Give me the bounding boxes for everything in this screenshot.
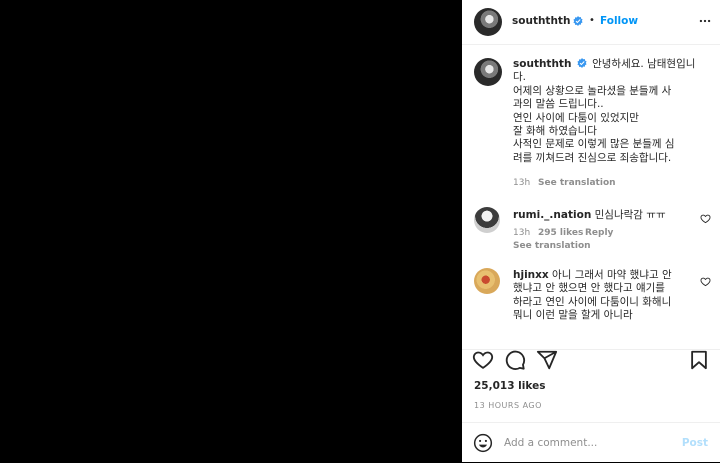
likes-count[interactable]: 25,013 likes [474,380,545,392]
follow-button[interactable]: Follow [600,15,638,27]
comment-line: 했냐고 안 했으면 안 했다고 얘기를 [513,282,665,295]
comment-time: 13h [513,228,531,238]
caption-see-translation[interactable]: See translation [538,178,616,188]
comment-username[interactable]: rumi._.nation [513,209,591,221]
comment-like-heart-icon[interactable] [700,213,711,224]
caption-avatar[interactable] [474,58,502,86]
comment-likes[interactable]: 295 likes [538,228,583,238]
post-media[interactable] [0,0,462,462]
comment-see-translation[interactable]: See translation [513,241,591,251]
comment-line: 하라고 연인 사이에 다툼이니 화해니 [513,295,672,308]
comment-like-heart-icon[interactable] [700,276,711,287]
header-username[interactable]: souththth [512,15,570,27]
post-comment-button[interactable]: Post [682,437,708,449]
share-icon[interactable] [536,349,558,371]
comment-line: 민심나락감 ㅠㅠ [594,209,666,221]
emoji-icon[interactable] [473,433,493,453]
more-options-icon[interactable] [698,14,712,28]
avatar[interactable] [474,8,502,36]
caption-line: 안녕하세요. 남태현입니 [592,58,696,70]
caption-line: 연인 사이에 다툼이 있었지만 [513,111,639,124]
post-side-panel: souththth • Follow souththth 안녕하세요. 남태현입… [462,0,720,462]
header-separator: • [589,15,595,26]
comment-icon[interactable] [504,349,526,371]
caption-line: 잘 화해 하였습니다 [513,125,597,138]
caption-line: 려를 끼쳐드려 진심으로 죄송합니다. [513,151,672,164]
add-comment-row: Post [462,422,720,463]
post-time-ago[interactable]: 13 HOURS AGO [474,401,542,410]
comment-text: rumi._.nation 민심나락감 ㅠㅠ [513,209,698,222]
verified-badge-icon [573,16,583,26]
caption-line: 어제의 상황으로 놀라셨을 분들께 사 [513,84,672,97]
caption-time: 13h [513,178,531,188]
caption-text: souththth 안녕하세요. 남태현입니 다. 어제의 상황으로 놀라셨을 … [513,58,713,165]
heart-icon[interactable] [472,349,494,371]
comment-text: hjinxx 아니 그래서 마약 했냐고 안 했냐고 안 했으면 안 했다고 얘… [513,269,698,323]
comment-input[interactable] [504,433,674,453]
verified-badge-icon [577,58,587,68]
comment-line: 아니 그래서 마약 했냐고 안 [552,269,672,281]
comment-line: 뭐니 이런 말을 할게 아니라 [513,309,633,322]
caption-line: 사적인 문제로 이렇게 많은 분들께 심 [513,138,675,151]
post-header: souththth • Follow [462,0,720,45]
comments-section[interactable]: souththth 안녕하세요. 남태현입니 다. 어제의 상황으로 놀라셨을 … [462,44,720,349]
caption-line: 다. [513,71,526,84]
comment-avatar[interactable] [474,207,500,233]
caption-line: 과의 말씀 드립니다.. [513,98,604,111]
caption-username[interactable]: souththth [513,58,571,70]
post-actions [462,349,720,380]
comment-avatar[interactable] [474,268,500,294]
comment-username[interactable]: hjinxx [513,269,549,281]
bookmark-icon[interactable] [688,349,710,371]
comment-reply-button[interactable]: Reply [585,228,613,238]
